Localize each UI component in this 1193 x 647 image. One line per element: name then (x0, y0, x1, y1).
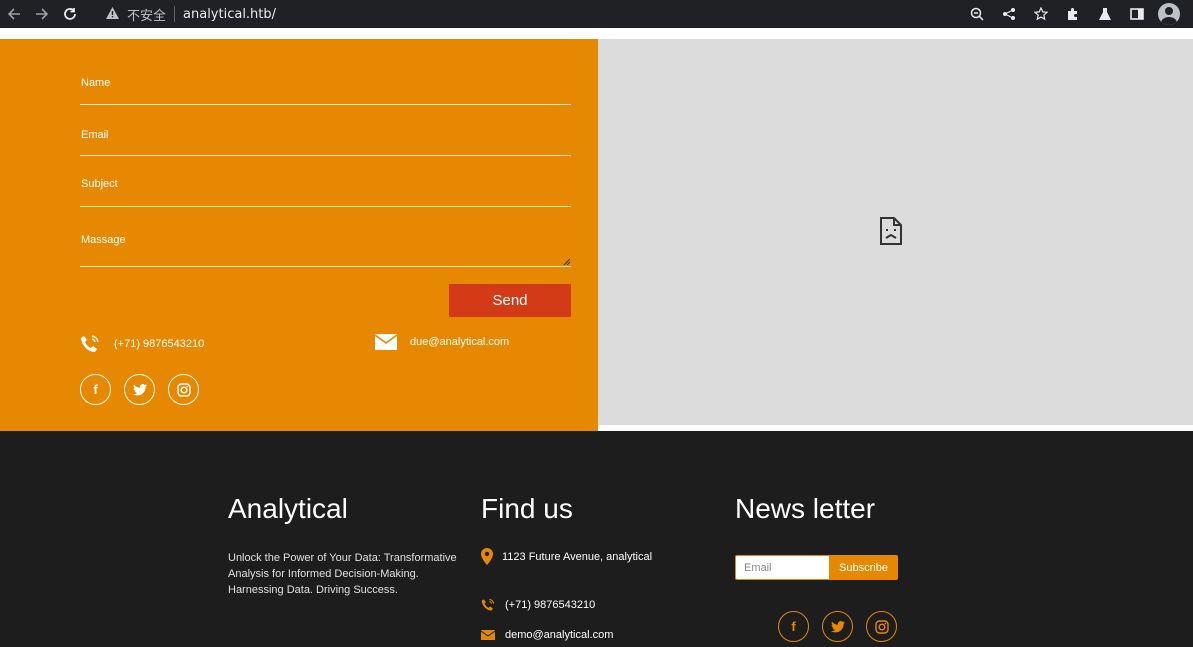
resize-handle-icon[interactable] (563, 258, 570, 265)
browser-toolbar: 不安全 analytical.htb/ (0, 0, 1193, 28)
forward-arrow-icon[interactable] (28, 0, 56, 28)
warning-icon[interactable] (106, 6, 119, 22)
newsletter-email-input[interactable]: Email (735, 555, 830, 580)
zoom-icon[interactable] (961, 0, 993, 28)
subject-field[interactable]: Subject (80, 171, 571, 207)
star-icon[interactable] (1025, 0, 1057, 28)
facebook-icon[interactable]: f (80, 374, 111, 405)
phone-icon (481, 598, 495, 611)
footer-brand-description: Unlock the Power of Your Data: Transform… (228, 552, 457, 596)
reload-icon[interactable] (56, 0, 84, 28)
browser-actions (961, 0, 1185, 28)
send-button[interactable]: Send (449, 284, 571, 317)
envelope-icon (375, 334, 397, 350)
profile-avatar-icon[interactable] (1153, 0, 1185, 28)
footer-brand-title: Analytical (228, 493, 348, 524)
security-label[interactable]: 不安全 (127, 5, 166, 24)
find-us-email: demo@analytical.com (481, 629, 613, 641)
location-pin-icon (481, 548, 493, 565)
name-placeholder: Name (81, 77, 111, 89)
back-arrow-icon[interactable] (0, 0, 28, 28)
contact-section: Name Email Subject Massage Send (+71) 98… (0, 39, 598, 431)
side-panel-icon[interactable] (1121, 0, 1153, 28)
subject-placeholder: Subject (81, 178, 118, 190)
broken-page-icon (880, 217, 902, 245)
subscribe-button[interactable]: Subscribe (829, 555, 898, 580)
footer (0, 431, 1193, 647)
find-us-title: Find us (481, 493, 573, 524)
avatar (1158, 3, 1180, 25)
find-us-address: 1123 Future Avenue, analytical (481, 548, 652, 565)
message-placeholder: Massage (81, 234, 126, 246)
contact-email: due@analytical.com (375, 334, 509, 350)
address-bar[interactable]: 不安全 analytical.htb/ (96, 2, 906, 26)
share-icon[interactable] (993, 0, 1025, 28)
find-us-phone: (+71) 9876543210 (481, 598, 595, 612)
contact-phone-text: (+71) 9876543210 (114, 338, 205, 350)
browser-nav (0, 0, 84, 28)
address-divider (174, 6, 176, 22)
footer-facebook-icon[interactable]: f (778, 611, 809, 642)
extensions-icon[interactable] (1057, 0, 1089, 28)
email-placeholder: Email (81, 129, 109, 141)
footer-email-text[interactable]: demo@analytical.com (505, 629, 613, 641)
newsletter-email-placeholder: Email (744, 562, 772, 574)
newsletter-title: News letter (735, 493, 876, 524)
labs-flask-icon[interactable] (1089, 0, 1121, 28)
envelope-icon (481, 630, 495, 640)
phone-icon (81, 335, 99, 352)
contact-phone: (+71) 9876543210 (80, 334, 204, 354)
instagram-icon[interactable] (168, 374, 199, 405)
message-textarea[interactable]: Massage (80, 225, 571, 267)
footer-twitter-icon[interactable] (822, 611, 853, 642)
contact-email-text[interactable]: due@analytical.com (410, 336, 509, 348)
name-field[interactable]: Name (80, 70, 571, 105)
email-field[interactable]: Email (80, 121, 571, 156)
page-top-strip (0, 28, 1193, 39)
footer-phone-text: (+71) 9876543210 (505, 599, 596, 611)
twitter-icon[interactable] (124, 374, 155, 405)
url-text[interactable]: analytical.htb/ (183, 7, 276, 22)
footer-instagram-icon[interactable] (866, 611, 897, 642)
address-text: 1123 Future Avenue, analytical (502, 550, 653, 563)
